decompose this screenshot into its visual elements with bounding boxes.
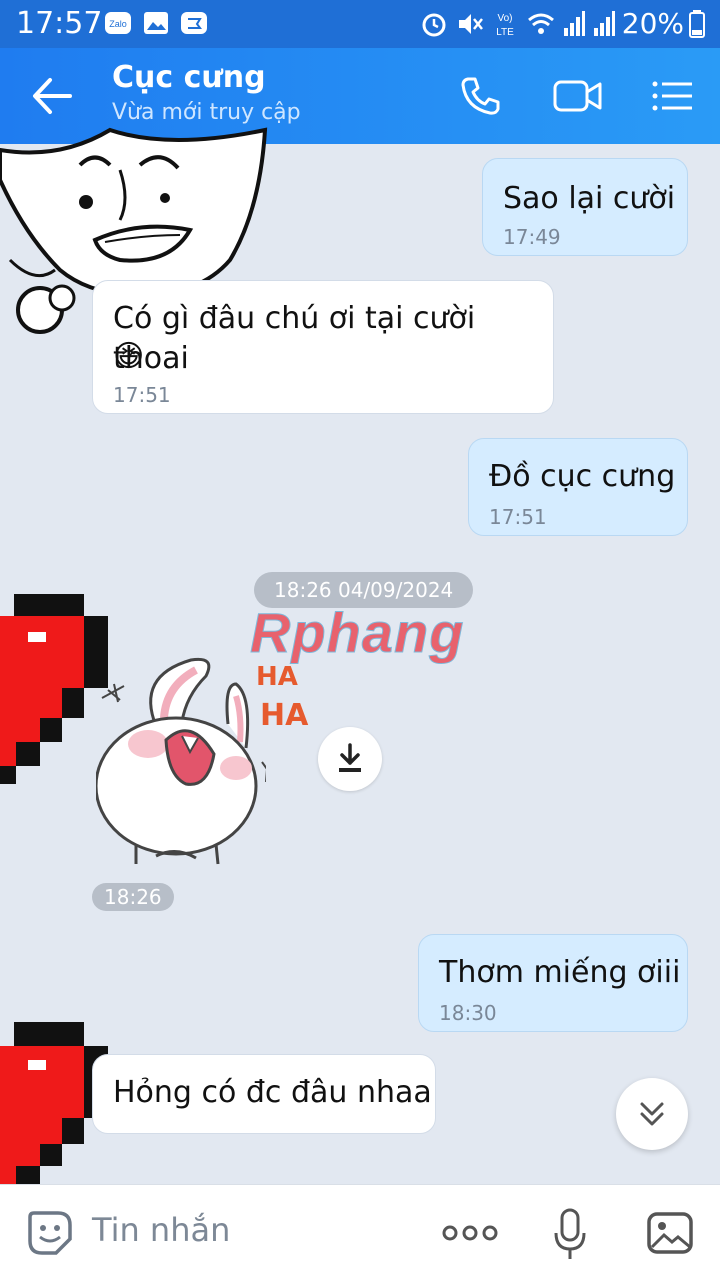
svg-text:Vo): Vo)	[497, 13, 512, 24]
battery-icon	[689, 10, 705, 38]
wifi-icon	[528, 13, 554, 34]
back-arrow-icon[interactable]	[30, 76, 74, 116]
message-time: 17:51	[489, 505, 547, 529]
zalo-icon: Zalo	[105, 12, 131, 34]
message-text: Thơm miếng ơiii	[439, 955, 681, 990]
message-bubble-sent[interactable]: Sao lại cười 17:49	[482, 158, 688, 256]
message-input[interactable]: Tin nhắn	[92, 1211, 230, 1249]
signal-icon	[594, 11, 615, 36]
volte-icon: Vo) LTE	[496, 13, 514, 38]
message-time: 17:49	[503, 225, 561, 249]
message-text: Hỏng có đc đâu nhaa	[113, 1075, 432, 1110]
menu-list-icon[interactable]	[650, 74, 696, 118]
message-text: Đồ cục cưng	[489, 459, 676, 494]
message-bubble-sent[interactable]: Thơm miếng ơiii 18:30	[418, 934, 688, 1032]
message-bubble-sent[interactable]: Đồ cục cưng 17:51	[468, 438, 688, 536]
phone-icon[interactable]	[458, 74, 504, 118]
laughing-emoji-icon: 😆	[113, 339, 145, 374]
message-text: Có gì đâu chú ơi tại cười thoai	[113, 301, 476, 376]
download-button[interactable]	[318, 727, 382, 791]
download-icon	[339, 743, 361, 772]
pixel-heart-avatar[interactable]	[0, 594, 110, 784]
sticker-emoji-icon[interactable]	[26, 1209, 74, 1257]
alarm-icon	[422, 13, 446, 37]
sticker-brand-text: Rphang	[249, 601, 465, 665]
message-time: 18:30	[439, 1001, 497, 1025]
sticker-laugh-text: HA	[260, 698, 309, 733]
message-bubble-received[interactable]: Hỏng có đc đâu nhaa	[92, 1054, 436, 1134]
status-time: 17:57	[16, 6, 103, 41]
svg-text:Zalo: Zalo	[109, 19, 127, 29]
sticker-message[interactable]: Rphang HA HA	[96, 600, 476, 870]
scroll-to-bottom-button[interactable]	[616, 1078, 688, 1150]
chat-icon	[181, 12, 207, 34]
message-bubble-received[interactable]: Có gì đâu chú ơi tại cười thoai 😆 17:51	[92, 280, 554, 414]
more-options-icon[interactable]	[440, 1221, 500, 1245]
signal-icon	[564, 11, 585, 36]
contact-name[interactable]: Cục cưng	[112, 60, 266, 95]
svg-text:LTE: LTE	[496, 27, 514, 38]
double-chevron-down-icon	[640, 1102, 664, 1126]
gallery-icon[interactable]	[646, 1211, 694, 1255]
message-input-bar: Tin nhắn	[0, 1184, 720, 1281]
bunny-sticker	[96, 657, 266, 865]
message-time: 17:51	[113, 383, 171, 407]
image-icon	[144, 12, 168, 34]
video-call-icon[interactable]	[552, 74, 604, 118]
microphone-icon[interactable]	[552, 1207, 588, 1261]
status-bar: 17:57 Zalo Vo) LTE 20%	[0, 0, 720, 48]
message-text: Sao lại cười	[503, 181, 676, 216]
mute-icon	[459, 14, 483, 34]
battery-percent: 20%	[621, 7, 684, 40]
sticker-time: 18:26	[92, 883, 174, 911]
